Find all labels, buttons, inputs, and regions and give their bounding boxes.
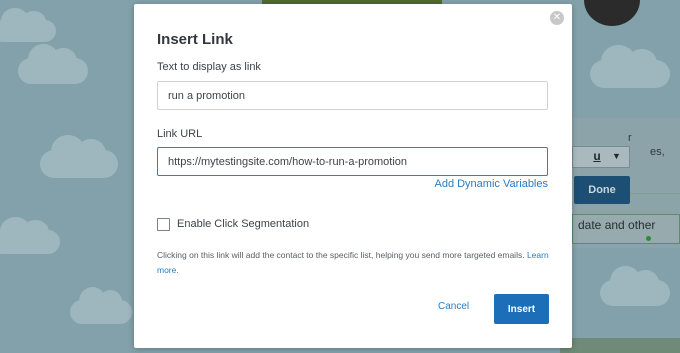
insert-link-modal: ✕ Insert Link Text to display as link Li…: [134, 4, 572, 348]
cloud-decoration: [18, 43, 88, 84]
background-stripe: [560, 338, 680, 353]
cloud-decoration: [40, 134, 118, 178]
background-editor-text: es,: [650, 146, 665, 158]
close-icon[interactable]: ✕: [550, 11, 564, 25]
cloud-decoration: [0, 216, 60, 254]
done-button: Done: [574, 176, 630, 204]
cloud-decoration: [70, 286, 132, 324]
background-field-text: date and other: [578, 218, 656, 232]
insert-button[interactable]: Insert: [494, 294, 549, 324]
underline-button: u: [593, 149, 601, 163]
click-segmentation-label[interactable]: Enable Click Segmentation: [177, 218, 309, 230]
cloud-decoration: [600, 265, 670, 306]
modal-title: Insert Link: [157, 31, 233, 48]
chevron-down-icon: ▼: [612, 151, 621, 161]
display-text-input[interactable]: [157, 81, 548, 110]
add-dynamic-variables-link[interactable]: Add Dynamic Variables: [434, 178, 548, 190]
background-editor-text: r: [628, 132, 632, 144]
cloud-decoration: [0, 7, 56, 42]
cloud-decoration: [590, 44, 670, 88]
cancel-button[interactable]: Cancel: [438, 301, 469, 312]
link-url-input[interactable]: [157, 147, 548, 176]
help-text: Clicking on this link will add the conta…: [157, 248, 552, 278]
link-url-label: Link URL: [157, 128, 203, 140]
status-dot: [646, 236, 651, 241]
help-text-body: Clicking on this link will add the conta…: [157, 250, 525, 260]
click-segmentation-checkbox[interactable]: [157, 218, 170, 231]
display-text-label: Text to display as link: [157, 61, 261, 73]
background-graphic: [584, 0, 640, 26]
screen: r es, u ▼ Done date and other ✕ Insert L…: [0, 0, 680, 353]
background-divider: [630, 193, 680, 194]
